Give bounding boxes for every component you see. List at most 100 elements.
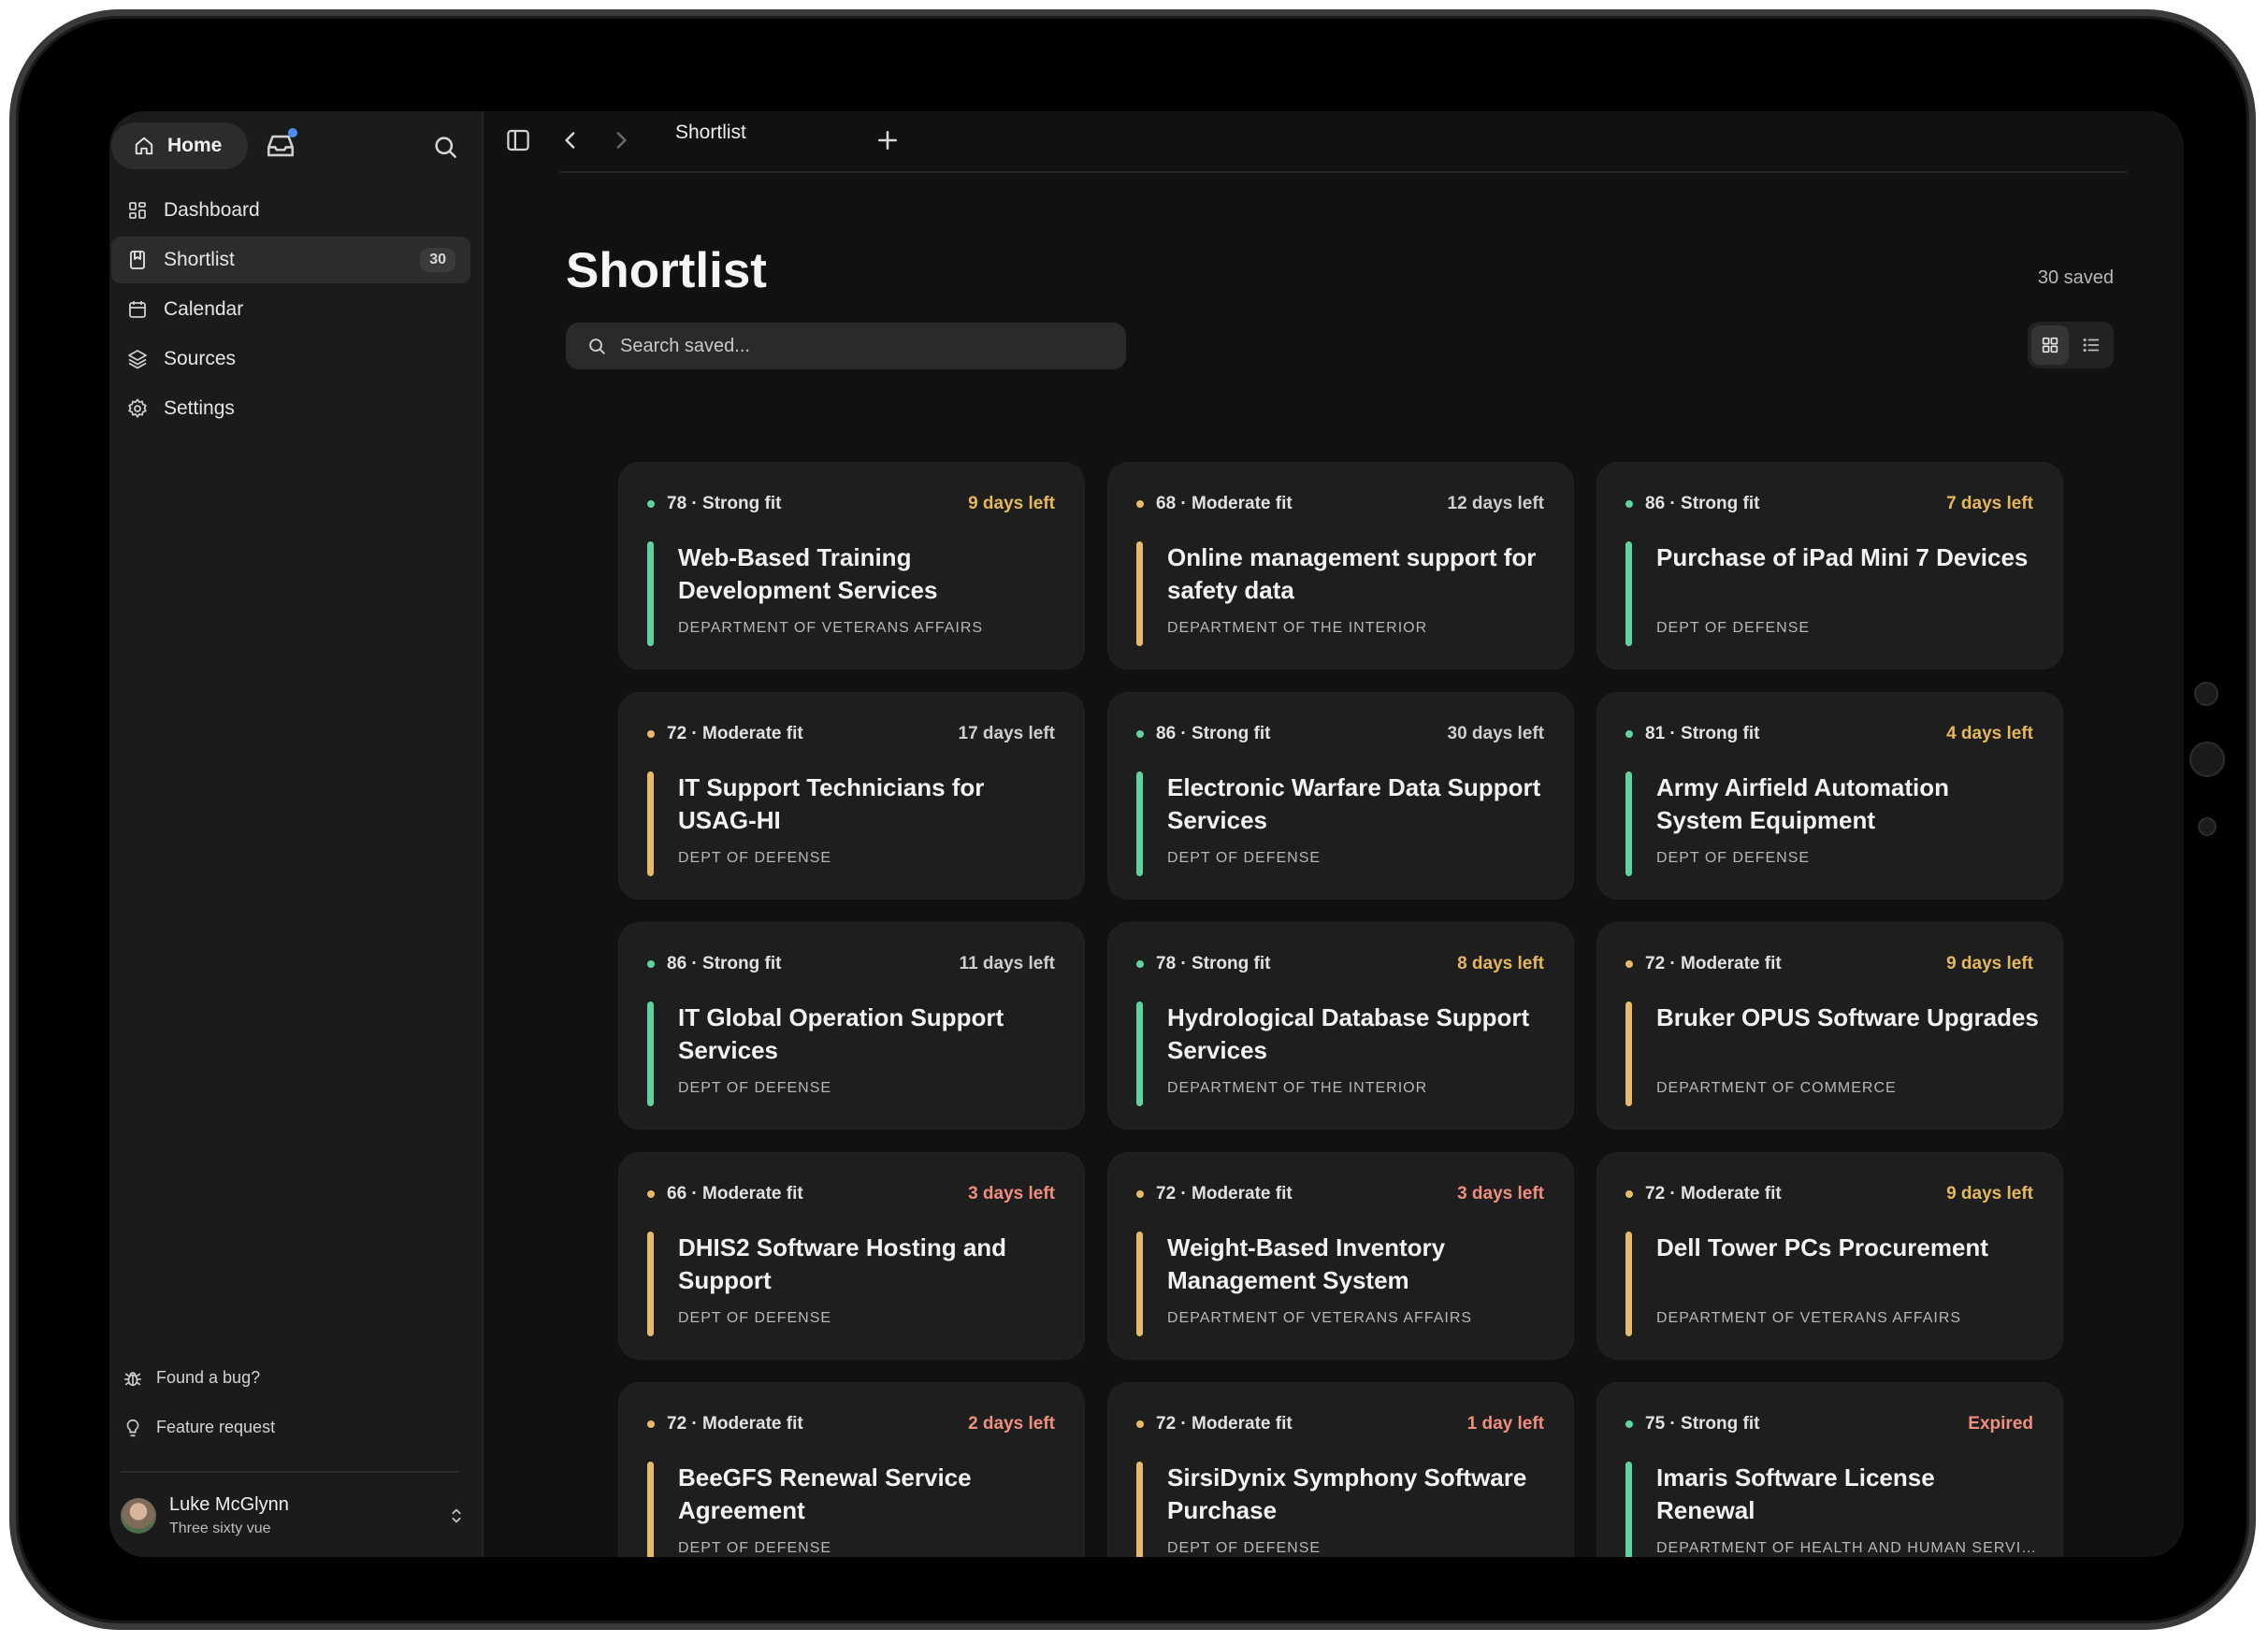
deadline-label: 3 days left [1457, 1184, 1544, 1203]
opportunity-card[interactable]: 86 · Strong fit 7 days left Purchase of … [1597, 463, 2062, 669]
fit-score: 75 · Strong fit [1645, 1414, 1760, 1434]
card-agency: DEPT OF DEFENSE [678, 1310, 832, 1326]
fit-score: 72 · Moderate fit [1156, 1184, 1293, 1203]
deadline-label: 17 days left [958, 724, 1056, 743]
fit-indicator-dot [647, 1420, 655, 1428]
deadline-label: 9 days left [1946, 1184, 2033, 1203]
home-button[interactable]: Home [111, 123, 248, 169]
card-agency: DEPARTMENT OF VETERANS AFFAIRS [678, 620, 984, 636]
fit-indicator-dot [1136, 730, 1144, 738]
deadline-label: 9 days left [1946, 954, 2033, 973]
divider [121, 1471, 459, 1473]
sidebar-item-label: Calendar [164, 298, 244, 320]
fit-indicator-dot [647, 730, 655, 738]
bookmark-icon [130, 251, 145, 269]
card-title: Bruker OPUS Software Upgrades [1656, 1003, 2039, 1031]
home-icon [135, 137, 153, 155]
opportunity-card[interactable]: 72 · Moderate fit 9 days left Bruker OPU… [1597, 923, 2062, 1129]
sensor-icon [2189, 742, 2225, 777]
saved-count: 30 saved [2037, 267, 2114, 288]
card-agency: DEPT OF DEFENSE [1167, 1540, 1322, 1556]
fit-accent-bar [1625, 771, 1632, 876]
back-arrow-icon[interactable] [556, 126, 585, 154]
notification-dot [288, 128, 297, 137]
deadline-label: 7 days left [1946, 494, 2033, 513]
tab-shortlist[interactable]: Shortlist [675, 122, 746, 144]
sidebar-item-settings[interactable]: Settings [111, 385, 470, 432]
card-agency: DEPT OF DEFENSE [1656, 850, 1811, 866]
fit-indicator-dot [647, 1190, 655, 1198]
card-title: Electronic Warfare Data Support Services [1167, 773, 1541, 834]
sidebar: Home Dashboard Shortlist 30 Calendar Sou… [109, 111, 484, 1557]
fit-score: 78 · Strong fit [667, 494, 782, 513]
card-title: Purchase of iPad Mini 7 Devices [1656, 543, 2029, 571]
fit-indicator-dot [647, 960, 655, 968]
fit-indicator-dot [1625, 500, 1633, 508]
dashboard-icon [129, 202, 146, 219]
search-field[interactable] [566, 323, 1126, 369]
card-agency: DEPARTMENT OF THE INTERIOR [1167, 620, 1428, 636]
search-input[interactable] [620, 335, 1106, 357]
fit-score: 72 · Moderate fit [667, 724, 803, 743]
count-badge: 30 [420, 248, 455, 272]
fit-score: 66 · Moderate fit [667, 1184, 803, 1203]
card-agency: DEPARTMENT OF THE INTERIOR [1167, 1080, 1428, 1096]
bug-report-label: Found a bug? [156, 1368, 261, 1387]
card-title: DHIS2 Software Hosting and Support [678, 1233, 1007, 1294]
grid-icon [2042, 337, 2059, 353]
opportunity-card[interactable]: 81 · Strong fit 4 days left Army Airfiel… [1597, 693, 2062, 899]
sidebar-item-dashboard[interactable]: Dashboard [111, 187, 470, 234]
deadline-label: 8 days left [1457, 954, 1544, 973]
fit-accent-bar [1136, 1002, 1143, 1106]
fit-indicator-dot [1625, 1190, 1633, 1198]
deadline-label: Expired [1968, 1414, 2033, 1434]
opportunity-card[interactable]: 68 · Moderate fit 12 days left Online ma… [1108, 463, 1573, 669]
card-agency: DEPT OF DEFENSE [678, 1540, 832, 1556]
fit-score: 72 · Moderate fit [1645, 1184, 1782, 1203]
chevron-up-down-icon[interactable] [446, 1506, 467, 1526]
sidebar-nav: Dashboard Shortlist 30 Calendar Sources [109, 187, 470, 435]
deadline-label: 2 days left [968, 1414, 1055, 1434]
opportunity-card[interactable]: 78 · Strong fit 9 days left Web-Based Tr… [619, 463, 1084, 669]
search-icon [589, 339, 605, 354]
opportunity-card[interactable]: 72 · Moderate fit 17 days left IT Suppor… [619, 693, 1084, 899]
opportunity-card[interactable]: 72 · Moderate fit 1 day left SirsiDynix … [1108, 1383, 1573, 1557]
fit-accent-bar [1625, 1462, 1632, 1557]
card-title: Dell Tower PCs Procurement [1656, 1233, 1988, 1261]
opportunity-card[interactable]: 72 · Moderate fit 2 days left BeeGFS Ren… [619, 1383, 1084, 1557]
fit-accent-bar [647, 1462, 654, 1557]
sidebar-item-sources[interactable]: Sources [111, 336, 470, 382]
opportunity-card[interactable]: 66 · Moderate fit 3 days left DHIS2 Soft… [619, 1153, 1084, 1359]
fit-accent-bar [647, 1002, 654, 1106]
list-view-button[interactable] [2073, 325, 2110, 365]
forward-arrow-icon[interactable] [607, 126, 635, 154]
new-tab-icon[interactable] [874, 126, 902, 154]
card-title: Online management support for safety dat… [1167, 543, 1537, 604]
opportunity-card[interactable]: 75 · Strong fit Expired Imaris Software … [1597, 1383, 2062, 1557]
sidebar-item-label: Sources [164, 348, 237, 369]
user-menu[interactable]: Luke McGlynn Three sixty vue [121, 1490, 467, 1542]
opportunity-card[interactable]: 86 · Strong fit 30 days left Electronic … [1108, 693, 1573, 899]
feature-request-link[interactable]: Feature request [123, 1403, 275, 1452]
sidebar-item-shortlist[interactable]: Shortlist 30 [111, 237, 470, 283]
sidebar-toggle-icon[interactable] [504, 126, 532, 154]
card-title: Imaris Software License Renewal [1656, 1463, 1935, 1524]
deadline-label: 9 days left [968, 494, 1055, 513]
opportunity-card[interactable]: 86 · Strong fit 11 days left IT Global O… [619, 923, 1084, 1129]
fit-accent-bar [647, 541, 654, 646]
deadline-label: 1 day left [1466, 1414, 1544, 1434]
sidebar-item-label: Settings [164, 397, 235, 419]
bug-report-link[interactable]: Found a bug? [123, 1353, 275, 1403]
card-agency: DEPT OF DEFENSE [678, 1080, 832, 1096]
grid-view-button[interactable] [2031, 325, 2069, 365]
user-info: Luke McGlynn Three sixty vue [169, 1494, 289, 1537]
page-title: Shortlist [566, 243, 767, 298]
opportunity-card[interactable]: 72 · Moderate fit 3 days left Weight-Bas… [1108, 1153, 1573, 1359]
opportunity-card[interactable]: 72 · Moderate fit 9 days left Dell Tower… [1597, 1153, 2062, 1359]
fit-score: 86 · Strong fit [1156, 724, 1271, 743]
fit-score: 78 · Strong fit [1156, 954, 1271, 973]
search-icon[interactable] [431, 133, 459, 161]
opportunity-card[interactable]: 78 · Strong fit 8 days left Hydrological… [1108, 923, 1573, 1129]
user-name: Luke McGlynn [169, 1494, 289, 1515]
sidebar-item-calendar[interactable]: Calendar [111, 286, 470, 333]
